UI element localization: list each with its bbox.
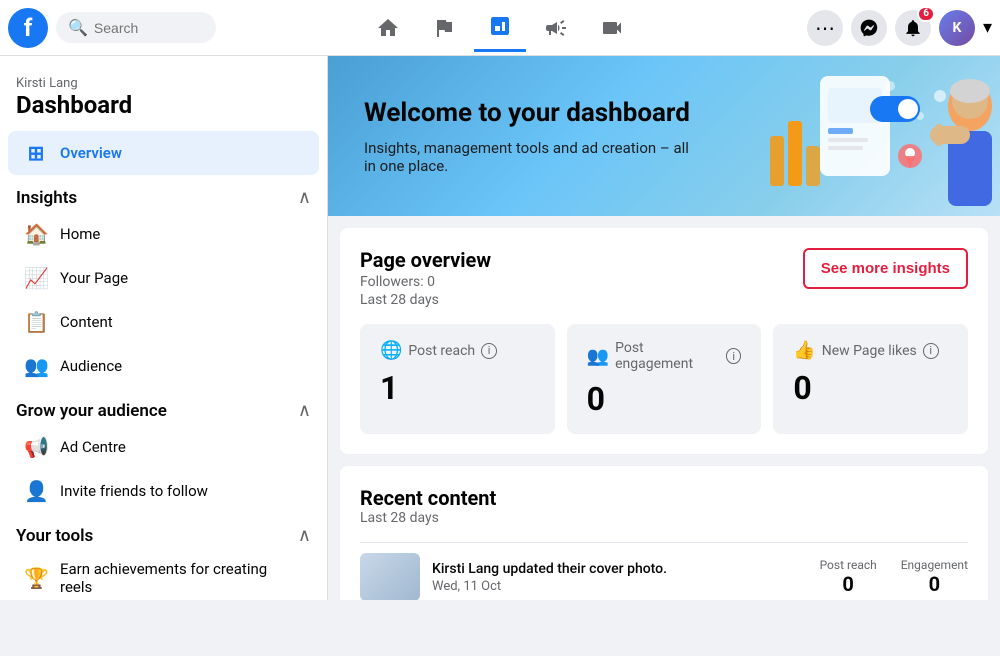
content-engagement-0: Engagement 0 xyxy=(901,558,968,596)
dashboard-title: Dashboard xyxy=(16,91,311,119)
content-post-reach-0: Post reach 0 xyxy=(820,558,877,596)
facebook-logo[interactable]: f xyxy=(8,8,48,48)
insights-chevron-icon[interactable]: ∧ xyxy=(298,187,311,208)
sidebar-item-label: Your Page xyxy=(60,269,128,287)
sidebar-item-content[interactable]: 📋 Content xyxy=(8,300,319,344)
ads-nav-button[interactable] xyxy=(530,4,582,52)
metrics-row: 🌐 Post reach i 1 👥 Post engagement i 0 xyxy=(360,324,968,434)
content-row-0: Kirsti Lang updated their cover photo. W… xyxy=(360,542,968,600)
sidebar-item-audience[interactable]: 👥 Audience xyxy=(8,344,319,388)
banner-illustration xyxy=(620,56,1000,216)
see-more-insights-button[interactable]: See more insights xyxy=(803,248,968,289)
flag-nav-button[interactable] xyxy=(418,4,470,52)
insights-section-header: Insights ∧ xyxy=(0,175,327,212)
sidebar-item-reels-achievements[interactable]: 🏆 Earn achievements for creating reels xyxy=(8,550,319,600)
post-reach-value: 1 xyxy=(380,369,535,407)
post-engagement-value: 0 xyxy=(587,380,742,418)
recent-content-card: Recent content Last 28 days Kirsti Lang … xyxy=(340,466,988,600)
search-input[interactable] xyxy=(94,20,214,36)
insights-section-title: Insights xyxy=(16,188,77,208)
post-reach-metric: 🌐 Post reach i 1 xyxy=(360,324,555,434)
sidebar-item-label: Invite friends to follow xyxy=(60,482,208,500)
grow-section-title: Grow your audience xyxy=(16,401,167,421)
followers-count: Followers: 0 xyxy=(360,274,491,290)
tools-section-header: Your tools ∧ xyxy=(0,513,327,550)
sidebar-item-label: Ad Centre xyxy=(60,438,126,456)
sidebar-item-overview[interactable]: ⊞ Overview xyxy=(8,131,319,175)
grow-section-header: Grow your audience ∧ xyxy=(0,388,327,425)
tools-section-title: Your tools xyxy=(16,526,93,546)
ad-centre-icon: 📢 xyxy=(24,435,48,459)
post-reach-value-0: 0 xyxy=(820,572,877,596)
video-nav-button[interactable] xyxy=(586,4,638,52)
sidebar-item-label: Overview xyxy=(60,144,122,162)
invite-icon: 👤 xyxy=(24,479,48,503)
sidebar-item-label: Earn achievements for creating reels xyxy=(60,560,303,596)
home-icon: 🏠 xyxy=(24,222,48,246)
notifications-icon-button[interactable]: 6 xyxy=(895,10,931,46)
nav-center xyxy=(228,4,772,52)
post-reach-label: 🌐 Post reach i xyxy=(380,340,535,361)
layers-icon: ⊞ xyxy=(24,141,48,165)
new-page-likes-value: 0 xyxy=(793,369,948,407)
content-icon: 📋 xyxy=(24,310,48,334)
post-engagement-label: 👥 Post engagement i xyxy=(587,340,742,372)
messenger-icon-button[interactable] xyxy=(851,10,887,46)
top-navigation: f 🔍 ⋯ 6 K ▾ xyxy=(0,0,1000,56)
post-reach-info-icon[interactable]: i xyxy=(481,343,497,359)
thumbsup-icon: 👍 xyxy=(793,340,815,361)
sidebar-item-ad-centre[interactable]: 📢 Ad Centre xyxy=(8,425,319,469)
page-overview-header: Page overview Followers: 0 Last 28 days … xyxy=(360,248,968,308)
content-text-0: Kirsti Lang updated their cover photo. xyxy=(432,561,808,577)
insights-nav-button[interactable] xyxy=(474,4,526,52)
tools-chevron-icon[interactable]: ∧ xyxy=(298,525,311,546)
page-overview-title: Page overview xyxy=(360,248,491,272)
new-page-likes-info-icon[interactable]: i xyxy=(923,343,939,359)
page-icon: 📈 xyxy=(24,266,48,290)
period-label: Last 28 days xyxy=(360,292,491,308)
sidebar-item-home[interactable]: 🏠 Home xyxy=(8,212,319,256)
search-box[interactable]: 🔍 xyxy=(56,12,216,43)
content-date-0: Wed, 11 Oct xyxy=(432,579,808,594)
recent-content-title: Recent content xyxy=(360,486,968,510)
cover-photo-thumbnail xyxy=(360,553,420,600)
new-page-likes-label: 👍 New Page likes i xyxy=(793,340,948,361)
nav-right: ⋯ 6 K ▾ xyxy=(772,10,992,46)
page-overview-card: Page overview Followers: 0 Last 28 days … xyxy=(340,228,988,454)
sidebar-item-your-page[interactable]: 📈 Your Page xyxy=(8,256,319,300)
notification-badge: 6 xyxy=(917,6,935,22)
sidebar-item-label: Content xyxy=(60,313,113,331)
nav-left: f 🔍 xyxy=(8,8,228,48)
post-engagement-info-icon[interactable]: i xyxy=(726,348,741,364)
engagement-value-0: 0 xyxy=(901,572,968,596)
post-engagement-metric: 👥 Post engagement i 0 xyxy=(567,324,762,434)
recent-content-period: Last 28 days xyxy=(360,510,968,526)
globe-icon: 🌐 xyxy=(380,340,402,361)
content-info-0: Kirsti Lang updated their cover photo. W… xyxy=(432,561,808,594)
audience-icon: 👥 xyxy=(24,354,48,378)
people-icon: 👥 xyxy=(587,346,609,367)
new-page-likes-metric: 👍 New Page likes i 0 xyxy=(773,324,968,434)
sidebar-item-label: Home xyxy=(60,225,100,243)
page-overview-left: Page overview Followers: 0 Last 28 days xyxy=(360,248,491,308)
search-icon: 🔍 xyxy=(68,18,88,37)
sidebar-item-invite-friends[interactable]: 👤 Invite friends to follow xyxy=(8,469,319,513)
engagement-label-0: Engagement xyxy=(901,558,968,572)
illustration-svg xyxy=(640,56,1000,216)
user-greeting: Kirsti Lang xyxy=(16,76,311,91)
grow-chevron-icon[interactable]: ∧ xyxy=(298,400,311,421)
grid-icon-button[interactable]: ⋯ xyxy=(807,10,843,46)
main-content: Welcome to your dashboard Insights, mana… xyxy=(328,56,1000,600)
content-metrics-0: Post reach 0 Engagement 0 xyxy=(820,558,968,596)
sidebar-user-info: Kirsti Lang Dashboard xyxy=(0,68,327,131)
sidebar-item-label: Audience xyxy=(60,357,122,375)
sidebar: Kirsti Lang Dashboard ⊞ Overview Insight… xyxy=(0,56,328,600)
welcome-banner: Welcome to your dashboard Insights, mana… xyxy=(328,56,1000,216)
expand-icon[interactable]: ▾ xyxy=(983,17,992,38)
trophy-icon: 🏆 xyxy=(24,566,48,590)
main-layout: Kirsti Lang Dashboard ⊞ Overview Insight… xyxy=(0,56,1000,600)
post-reach-label-0: Post reach xyxy=(820,558,877,572)
home-nav-button[interactable] xyxy=(362,4,414,52)
user-avatar[interactable]: K xyxy=(939,10,975,46)
